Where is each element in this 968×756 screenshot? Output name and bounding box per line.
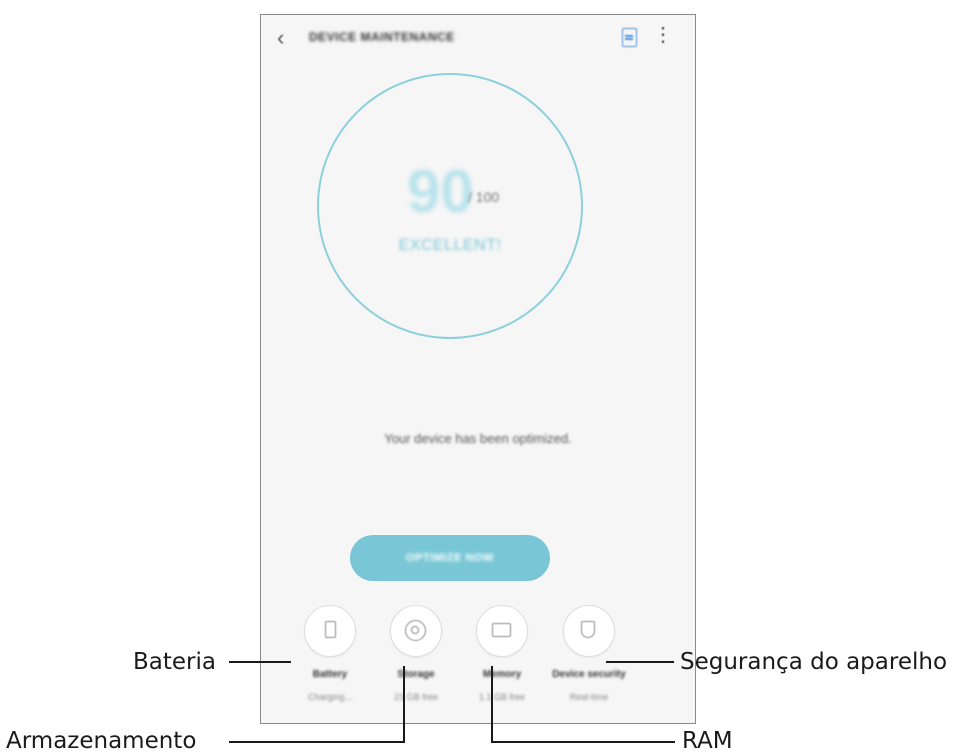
optimize-button[interactable]: OPTIMIZE NOW	[350, 535, 550, 581]
app-bar: ‹ DEVICE MAINTENANCE ⋮	[261, 15, 695, 59]
feature-name: Storage	[397, 669, 435, 680]
battery-icon	[325, 621, 336, 638]
callout-line-ram-h	[491, 741, 675, 743]
more-vertical-icon[interactable]: ⋮	[653, 25, 673, 45]
feature-security[interactable]: Device security Real-time	[544, 605, 634, 702]
callout-line-ram-v	[491, 666, 493, 743]
callout-line-storage-h	[229, 741, 405, 743]
document-icon[interactable]	[622, 28, 637, 47]
feature-status: Real-time	[569, 692, 609, 702]
feature-memory[interactable]: Memory 1.1 GB free	[457, 605, 547, 702]
score-max: / 100	[468, 189, 500, 205]
storage-icon	[405, 620, 426, 641]
callout-ram: RAM	[682, 728, 733, 754]
callout-line-security	[606, 661, 674, 663]
page-title: DEVICE MAINTENANCE	[309, 30, 455, 44]
callout-line-battery	[229, 661, 291, 663]
phone-screen: ‹ DEVICE MAINTENANCE ⋮ 90 / 100 EXCELLEN…	[260, 14, 696, 724]
score-value: 90	[407, 158, 474, 225]
back-icon[interactable]: ‹	[277, 25, 284, 51]
callout-security: Segurança do aparelho	[680, 649, 948, 675]
shield-icon	[581, 621, 595, 638]
battery-button[interactable]	[304, 605, 356, 657]
score-ring: 90 / 100 EXCELLENT!	[317, 73, 583, 339]
score-label: EXCELLENT!	[398, 237, 502, 254]
feature-status: Charging...	[307, 692, 353, 702]
storage-button[interactable]	[390, 605, 442, 657]
callout-battery: Bateria	[133, 649, 216, 675]
feature-status: 21 GB free	[394, 692, 438, 702]
feature-status: 1.1 GB free	[478, 692, 526, 702]
security-button[interactable]	[563, 605, 615, 657]
memory-button[interactable]	[476, 605, 528, 657]
feature-battery[interactable]: Battery Charging...	[285, 605, 375, 702]
status-text: Your device has been optimized.	[384, 431, 572, 446]
callout-line-storage-v	[403, 666, 405, 743]
callout-storage: Armazenamento	[6, 728, 197, 754]
memory-icon	[492, 623, 511, 637]
feature-name: Device security	[552, 669, 626, 680]
feature-name: Memory	[482, 669, 522, 680]
feature-name: Battery	[312, 669, 348, 680]
optimize-button-label: OPTIMIZE NOW	[406, 552, 494, 564]
feature-storage[interactable]: Storage 21 GB free	[371, 605, 461, 702]
